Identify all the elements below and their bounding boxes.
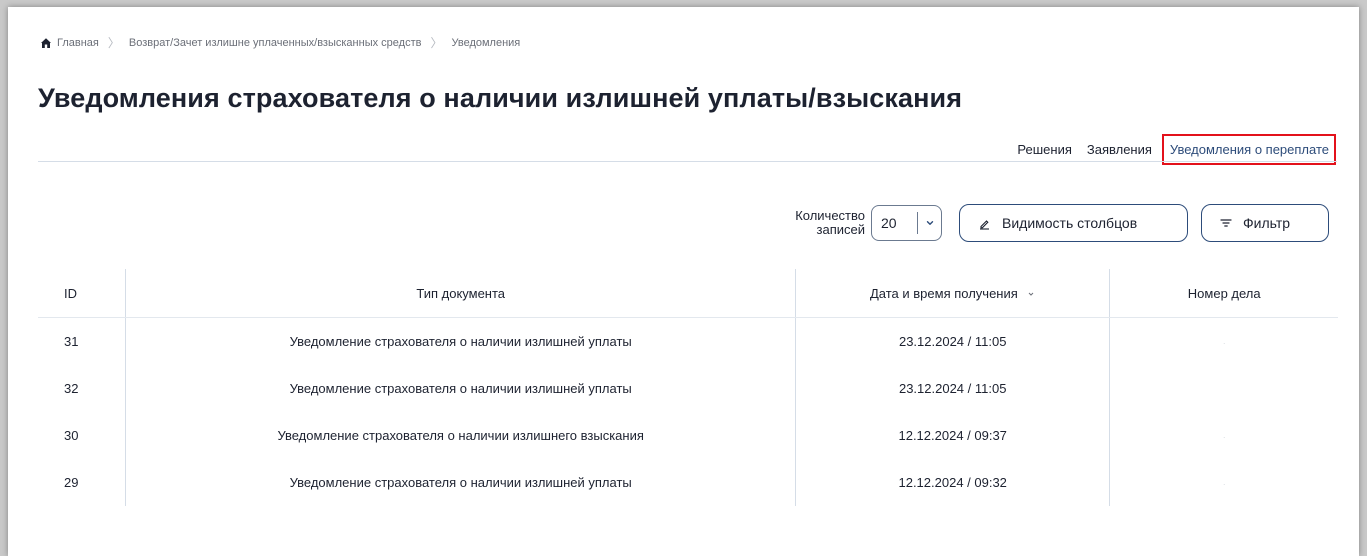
cell-type: Уведомление страхователя о наличии излиш… — [125, 365, 796, 412]
cell-type: Уведомление страхователя о наличии излиш… — [125, 412, 796, 459]
app-window: Главная 〉 Возврат/Зачет излишне уплаченн… — [8, 7, 1359, 556]
column-header-date[interactable]: Дата и время получения — [794, 269, 1110, 318]
cell-type: Уведомление страхователя о наличии излиш… — [125, 317, 796, 365]
column-visibility-button[interactable]: Видимость столбцов — [959, 204, 1188, 242]
records-label-line1: Количество — [795, 208, 865, 223]
breadcrumb-current: Уведомления — [451, 36, 521, 49]
filter-icon — [1220, 218, 1232, 228]
column-header-case[interactable]: Номер дела — [1109, 269, 1338, 318]
records-count-value: 20 — [881, 215, 897, 231]
cell-case: · — [1109, 412, 1338, 459]
cell-case: · — [1109, 317, 1338, 365]
home-icon[interactable] — [40, 37, 52, 49]
cell-id: 30 — [64, 428, 79, 443]
cell-date: 12.12.2024 / 09:37 — [794, 412, 1110, 459]
table-row[interactable]: 30 Уведомление страхователя о наличии из… — [38, 412, 1338, 459]
cell-date: 23.12.2024 / 11:05 — [794, 365, 1110, 412]
column-header-date-label: Дата и время получения — [870, 285, 1018, 301]
column-header-id[interactable]: ID — [38, 269, 126, 318]
records-count-label: Количество записей — [795, 209, 865, 237]
cell-case-value: · — [1222, 480, 1226, 489]
cell-case-value: · — [1222, 433, 1226, 442]
notifications-table: ID Тип документа Дата и время получения … — [38, 269, 1338, 506]
column-visibility-label: Видимость столбцов — [1002, 215, 1138, 231]
breadcrumb-section[interactable]: Возврат/Зачет излишне уплаченных/взыскан… — [129, 37, 422, 49]
records-count-select[interactable]: 20 — [871, 205, 942, 241]
breadcrumb: Главная 〉 Возврат/Зачет излишне уплаченн… — [40, 34, 520, 51]
tabs-divider — [38, 161, 1337, 162]
cell-case — [1109, 365, 1338, 412]
filter-button[interactable]: Фильтр — [1201, 204, 1329, 242]
breadcrumb-home[interactable]: Главная — [57, 37, 99, 49]
breadcrumb-separator-icon: 〉 — [107, 36, 120, 50]
cell-case: · — [1109, 459, 1338, 506]
cell-case-value: · — [1222, 339, 1226, 348]
tab-decisions[interactable]: Решения — [1017, 142, 1071, 157]
table-row[interactable]: 29 Уведомление страхователя о наличии из… — [38, 459, 1338, 506]
table-header-row: ID Тип документа Дата и время получения … — [38, 269, 1338, 318]
cell-id: 29 — [64, 475, 79, 490]
column-header-type[interactable]: Тип документа — [125, 269, 796, 318]
sort-chevron-icon[interactable] — [1027, 290, 1035, 298]
cell-id: 31 — [64, 334, 79, 349]
tab-applications[interactable]: Заявления — [1087, 142, 1152, 157]
cell-date: 12.12.2024 / 09:32 — [794, 459, 1110, 506]
cell-type: Уведомление страхователя о наличии излиш… — [125, 459, 796, 506]
filter-label: Фильтр — [1243, 215, 1291, 231]
page-title: Уведомления страхователя о наличии излиш… — [38, 83, 963, 113]
table-row[interactable]: 32 Уведомление страхователя о наличии из… — [38, 365, 1338, 412]
cell-date: 23.12.2024 / 11:05 — [794, 317, 1110, 365]
toolbar: Количество записей 20 Видимость столбцов… — [795, 204, 1329, 242]
breadcrumb-separator-icon: 〉 — [430, 36, 443, 50]
records-label-line2: записей — [816, 222, 865, 237]
edit-icon — [978, 217, 991, 230]
chevron-down-icon[interactable] — [918, 218, 941, 228]
table-row[interactable]: 31 Уведомление страхователя о наличии из… — [38, 317, 1338, 365]
cell-id: 32 — [64, 381, 79, 396]
